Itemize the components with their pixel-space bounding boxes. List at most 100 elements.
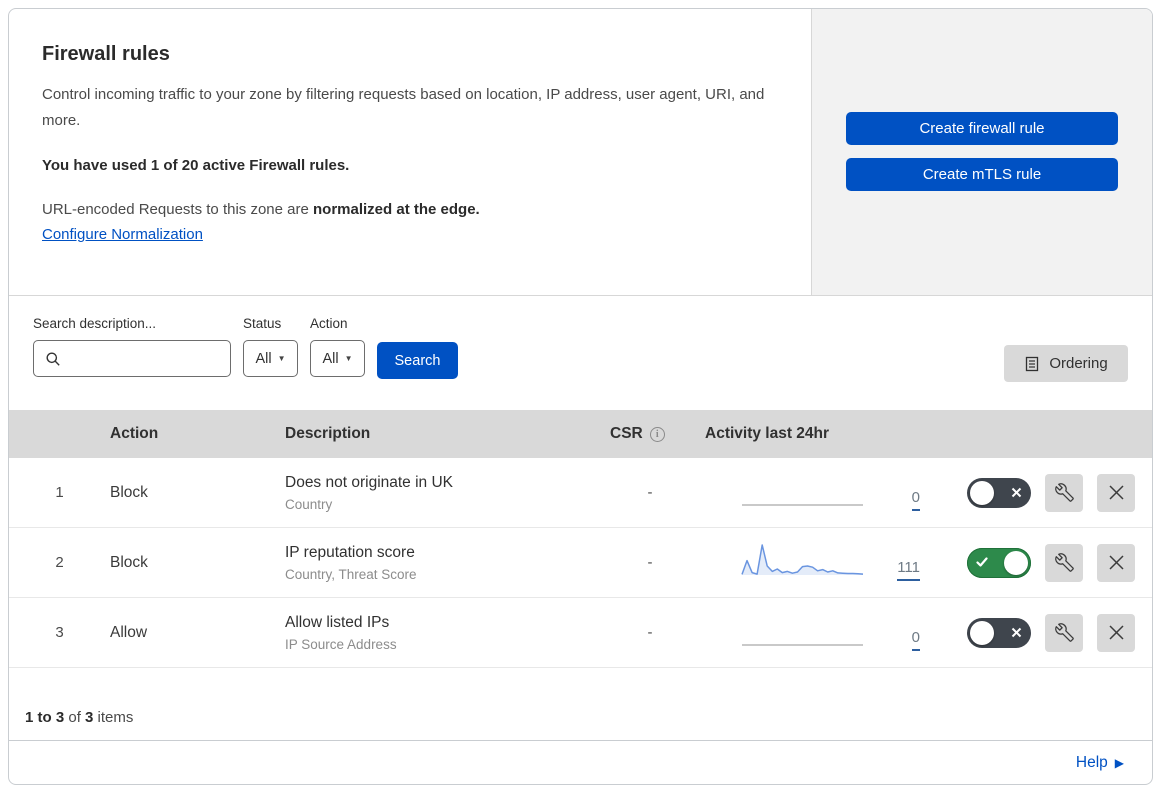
create-mtls-rule-button[interactable]: Create mTLS rule [846,158,1118,191]
rule-controls [925,543,1152,582]
search-button[interactable]: Search [377,342,458,379]
search-icon [46,352,60,366]
activity-sparkline [740,469,865,507]
chevron-down-icon: ▼ [344,354,353,363]
page-description: Control incoming traffic to your zone by… [42,86,765,129]
action-filter-group: Action All ▼ [310,316,365,377]
rule-description-title: IP reputation score [285,543,415,561]
close-icon [1108,485,1124,500]
delete-rule-button[interactable] [1097,473,1135,512]
table-row: 2 Block IP reputation score Country, Thr… [9,528,1152,598]
rule-description-fields: IP Source Address [285,636,397,652]
close-icon [1108,555,1124,570]
edit-rule-button[interactable] [1045,613,1083,652]
rule-priority-number: 3 [55,624,64,641]
action-select[interactable]: All ▼ [310,340,365,377]
overview-text: Firewall rules Control incoming traffic … [9,9,811,295]
rule-csr-value: - [647,624,653,641]
x-icon [1011,627,1022,637]
overview-section: Firewall rules Control incoming traffic … [9,9,1152,296]
rule-description-cell: Allow listed IPs IP Source Address [285,614,610,652]
activity-count: 0 [865,628,920,651]
header-csr: CSR i [610,425,690,443]
rule-activity-cell: 111 [690,539,925,587]
delete-rule-button[interactable] [1097,613,1135,652]
firewall-rules-card: Firewall rules Control incoming traffic … [8,8,1153,785]
actions-panel: Create firewall rule Create mTLS rule [811,9,1152,295]
rule-activity-cell: 0 [690,469,925,517]
activity-count-link[interactable]: 0 [911,628,920,651]
help-arrow-icon: ▶ [1114,756,1124,770]
rule-description-cell: Does not originate in UK Country [285,474,610,512]
check-icon [976,556,988,567]
rule-description-fields: Country [285,496,333,512]
rule-action: Block [110,483,148,501]
status-label: Status [243,316,282,331]
table-row: 1 Block Does not originate in UK Country… [9,458,1152,528]
rule-enable-toggle[interactable] [967,547,1031,578]
filter-bar: Search description... Status All ▼ Actio… [9,296,1152,410]
create-firewall-rule-button[interactable]: Create firewall rule [846,112,1118,145]
table-footer: 1 to 3 of 3 items [9,668,1152,741]
rule-description-title: Allow listed IPs [285,613,390,631]
footer-items: items [93,709,134,726]
activity-sparkline [740,609,865,647]
action-label: Action [310,316,348,331]
help-link-label: Help [1075,754,1108,771]
action-select-value: All [322,350,339,367]
wrench-icon [1054,553,1074,572]
toggle-knob [1004,550,1028,575]
wrench-icon [1054,623,1074,642]
info-icon[interactable]: i [649,426,665,442]
normalization-note-text: URL-encoded Requests to this zone are [42,201,313,218]
activity-count-link[interactable]: 111 [897,558,920,581]
usage-summary: You have used 1 of 20 active Firewall ru… [42,157,350,174]
rule-description-title: Does not originate in UK [285,473,454,491]
search-label: Search description... [33,316,157,331]
search-box[interactable] [33,340,231,377]
header-description: Description [285,425,371,442]
normalization-note-bold: normalized at the edge. [313,201,480,218]
search-input[interactable] [68,350,230,367]
activity-count-link[interactable]: 0 [911,488,920,511]
chevron-down-icon: ▼ [277,354,286,363]
header-csr-label: CSR [610,425,643,442]
normalization-note: URL-encoded Requests to this zone are no… [42,201,771,218]
toggle-knob [970,480,994,505]
status-select-value: All [255,350,272,367]
search-group: Search description... [33,316,231,377]
help-link[interactable]: Help ▶ [1076,754,1124,772]
delete-rule-button[interactable] [1097,543,1135,582]
x-icon [1011,487,1022,497]
ordering-list-icon [1026,356,1039,371]
rule-enable-toggle[interactable] [967,477,1031,508]
toggle-knob [970,620,994,645]
ordering-button-label: Ordering [1049,355,1108,372]
wrench-icon [1054,483,1074,502]
activity-count: 111 [865,558,920,581]
edit-rule-button[interactable] [1045,543,1083,582]
activity-sparkline [740,539,865,577]
rule-controls [925,473,1152,512]
header-activity: Activity last 24hr [705,425,830,442]
footer-range: 1 to 3 [25,709,65,726]
rule-description-cell: IP reputation score Country, Threat Scor… [285,544,610,582]
rule-controls [925,613,1152,652]
table-header: Action Description CSR i Activity last 2… [9,410,1152,458]
rule-action: Block [110,553,148,571]
page-title: Firewall rules [42,43,170,65]
rule-csr-value: - [647,554,653,571]
rule-enable-toggle[interactable] [967,617,1031,648]
ordering-button[interactable]: Ordering [1004,345,1128,382]
rule-priority-number: 1 [55,484,64,501]
edit-rule-button[interactable] [1045,473,1083,512]
activity-count: 0 [865,488,920,511]
status-filter-group: Status All ▼ [243,316,298,377]
configure-normalization-link[interactable]: Configure Normalization [42,226,203,243]
status-select[interactable]: All ▼ [243,340,298,377]
table-row: 3 Allow Allow listed IPs IP Source Addre… [9,598,1152,668]
header-action: Action [110,425,159,442]
rule-action: Allow [110,623,148,641]
rule-activity-cell: 0 [690,609,925,657]
rule-csr-value: - [647,484,653,501]
